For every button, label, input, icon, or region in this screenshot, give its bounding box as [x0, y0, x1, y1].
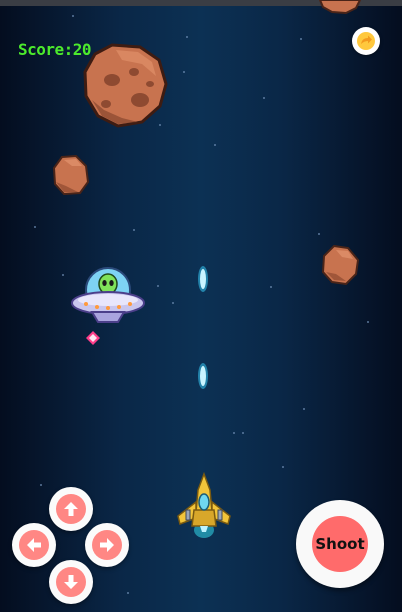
star: [263, 97, 265, 99]
star: [133, 229, 135, 231]
arrow-right-icon: [100, 538, 114, 552]
move-left-button[interactable]: [12, 523, 56, 567]
player-spaceship: [177, 472, 231, 538]
refresh-arrow-icon: [357, 32, 375, 50]
alien-ufo: [71, 267, 145, 323]
star: [367, 321, 369, 323]
star: [62, 274, 64, 276]
star: [233, 432, 235, 434]
shoot-button[interactable]: Shoot: [296, 500, 384, 588]
asteroid-large: [83, 43, 168, 128]
star: [318, 233, 320, 235]
star: [183, 71, 185, 73]
star: [172, 302, 174, 304]
star: [157, 285, 159, 287]
shoot-button-face[interactable]: Shoot: [312, 516, 368, 572]
star: [214, 144, 216, 146]
restart-button[interactable]: [352, 27, 380, 55]
asteroid-top: [318, 0, 362, 15]
asteroid-small-right: [321, 244, 360, 286]
asteroid-small-left: [52, 154, 90, 196]
star: [282, 466, 284, 468]
arrow-up-icon: [64, 502, 78, 516]
game-canvas: Score:20 Shoot: [0, 0, 402, 612]
star: [34, 226, 36, 228]
star: [300, 38, 302, 40]
star: [127, 592, 129, 594]
star: [270, 286, 272, 288]
star: [242, 432, 244, 434]
arrow-left-icon: [27, 538, 41, 552]
laser-bolt: [198, 363, 208, 389]
move-right-button[interactable]: [85, 523, 129, 567]
star: [303, 408, 305, 410]
star: [186, 36, 188, 38]
enemy-energy-shot: [86, 331, 100, 345]
star: [40, 484, 42, 486]
laser-bolt: [198, 266, 208, 292]
move-down-button[interactable]: [49, 560, 93, 604]
star: [72, 15, 74, 17]
score-label: Score:20: [18, 40, 92, 59]
arrow-down-icon: [64, 575, 78, 589]
shoot-button-label: Shoot: [315, 535, 365, 553]
move-up-button[interactable]: [49, 487, 93, 531]
